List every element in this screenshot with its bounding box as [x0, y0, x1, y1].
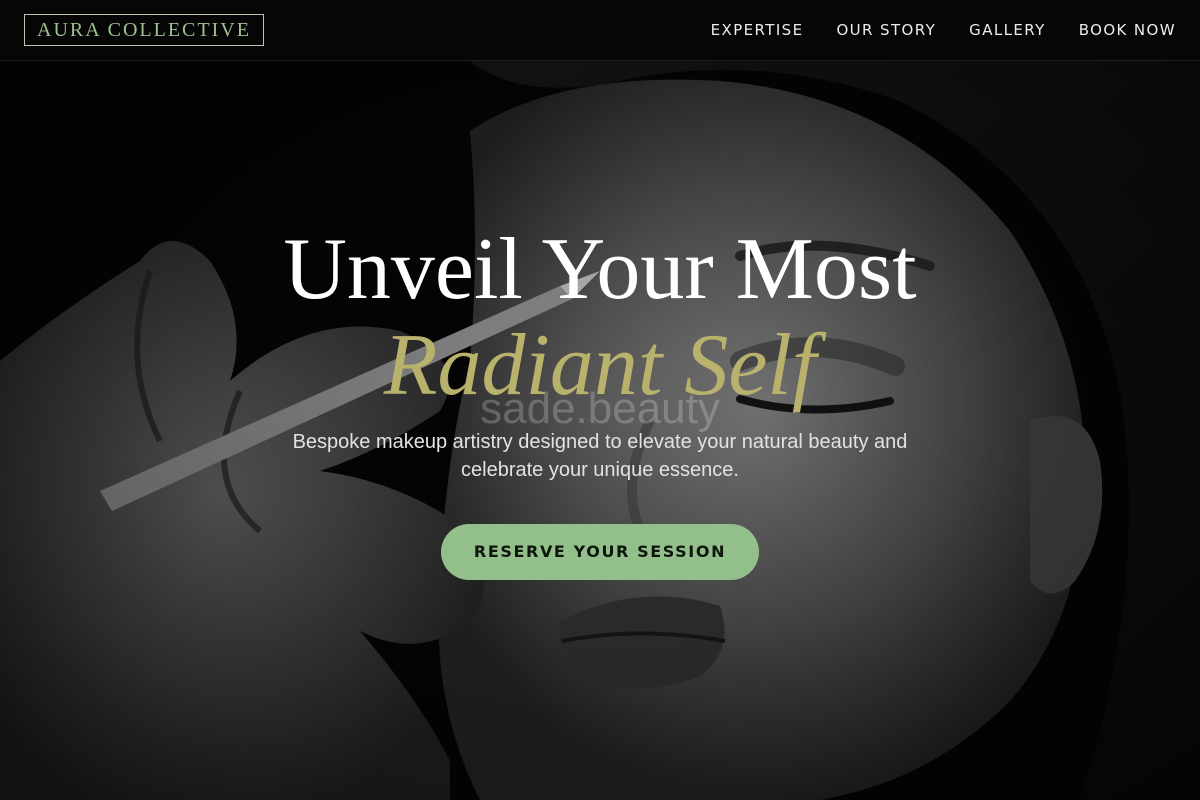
- hero-subtitle: Bespoke makeup artistry designed to elev…: [292, 431, 908, 481]
- brand-logo[interactable]: AURA COLLECTIVE: [24, 14, 264, 46]
- nav-link-our-story[interactable]: OUR STORY: [836, 21, 936, 39]
- reserve-session-button[interactable]: RESERVE YOUR SESSION: [441, 524, 759, 580]
- photo-watermark: sade.beauty: [480, 384, 720, 433]
- hero-content: Unveil Your Most Radiant Self sade.beaut…: [0, 0, 1200, 800]
- hero-headline-line1: Unveil Your Most: [283, 221, 917, 318]
- nav-link-expertise[interactable]: EXPERTISE: [711, 21, 804, 39]
- nav-link-gallery[interactable]: GALLERY: [969, 21, 1046, 39]
- site-header: AURA COLLECTIVE EXPERTISE OUR STORY GALL…: [0, 0, 1200, 61]
- main-nav: EXPERTISE OUR STORY GALLERY BOOK NOW: [678, 0, 1176, 60]
- nav-link-book-now[interactable]: BOOK NOW: [1079, 21, 1176, 39]
